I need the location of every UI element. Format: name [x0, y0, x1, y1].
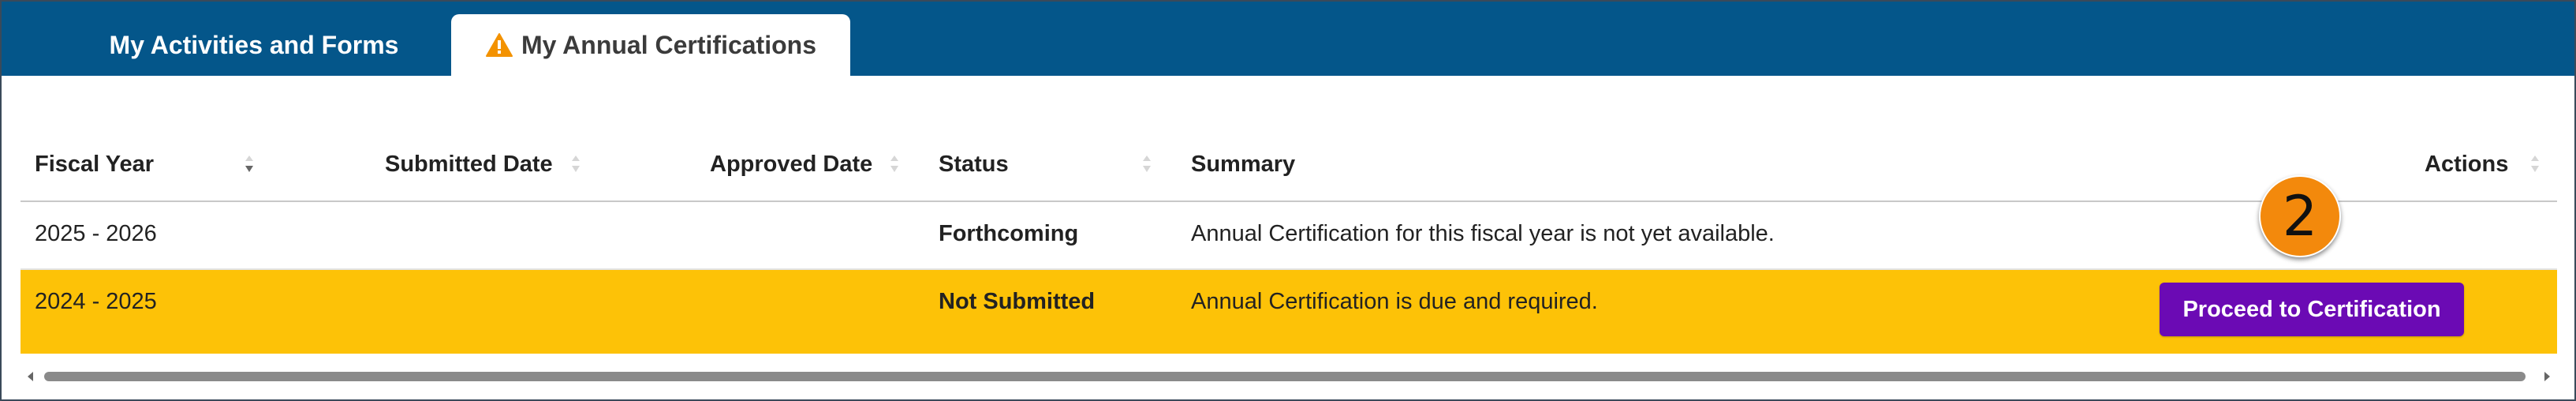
horizontal-scrollbar[interactable] — [21, 366, 2557, 387]
fiscal-year-cell: 2024 - 2025 — [35, 289, 157, 314]
fiscal-year-cell: 2025 - 2026 — [35, 221, 157, 246]
sort-icon[interactable] — [888, 152, 901, 177]
sort-icon[interactable] — [1141, 152, 1153, 177]
tab-bar: My Activities and Forms My Annual Certif… — [2, 2, 2574, 76]
column-header-approved-date[interactable]: Approved Date — [710, 152, 872, 178]
scroll-left-arrow-icon[interactable] — [21, 366, 39, 387]
status-cell: Forthcoming — [939, 221, 1079, 246]
tab-label: My Activities and Forms — [109, 30, 399, 59]
column-header-fiscal-year[interactable]: Fiscal Year — [35, 152, 154, 178]
tab-my-annual-certifications[interactable]: My Annual Certifications — [451, 14, 850, 76]
warning-icon — [485, 32, 513, 58]
status-cell: Not Submitted — [939, 289, 1096, 314]
summary-cell: Annual Certification for this fiscal yea… — [1191, 221, 1775, 246]
table-row: 2025 - 2026 Forthcoming Annual Certifica… — [21, 202, 2557, 270]
proceed-to-certification-button[interactable]: Proceed to Certification — [2160, 283, 2464, 336]
table-row-highlighted: 2024 - 2025 Not Submitted Annual Certifi… — [21, 270, 2557, 354]
step-callout-badge: 2 — [2259, 175, 2341, 257]
column-header-summary: Summary — [1191, 152, 1296, 177]
sort-icon[interactable] — [2529, 152, 2541, 177]
column-header-status[interactable]: Status — [939, 152, 1009, 178]
sort-descending-icon[interactable] — [243, 152, 256, 177]
column-header-actions[interactable]: Actions — [2425, 152, 2508, 178]
scroll-right-arrow-icon[interactable] — [2538, 366, 2557, 387]
tab-label: My Annual Certifications — [521, 30, 816, 59]
table-header-row: Fiscal Year Submitted Date Approved Date… — [21, 133, 2557, 202]
scrollbar-thumb[interactable] — [44, 372, 2526, 381]
column-header-submitted-date[interactable]: Submitted Date — [385, 152, 553, 178]
summary-cell: Annual Certification is due and required… — [1191, 289, 1598, 314]
tab-my-activities-and-forms[interactable]: My Activities and Forms — [33, 14, 475, 76]
sort-icon[interactable] — [569, 152, 582, 177]
